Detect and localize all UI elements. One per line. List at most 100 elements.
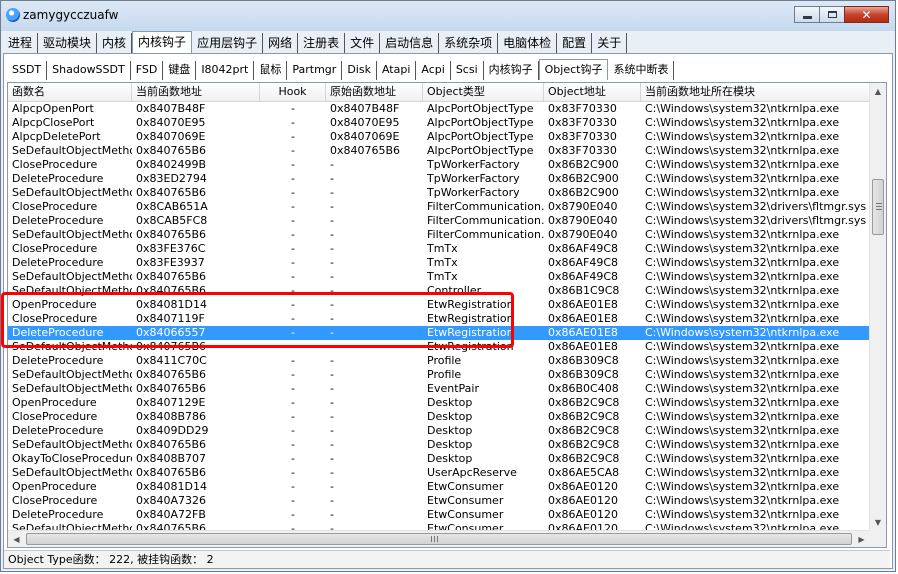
table-cell: - <box>330 312 334 325</box>
table-cell: SeDefaultObjectMethod <box>12 144 132 157</box>
table-cell: - <box>291 298 295 311</box>
table-cell: C:\Windows\system32\ntkrnlpa.exe <box>645 340 840 353</box>
column-header[interactable]: Object地址 <box>544 83 641 101</box>
sub-tab[interactable]: 系统中断表 <box>608 61 675 80</box>
table-row[interactable]: DeleteProcedure 0x8CAB5FC8 - - FilterCommuni… <box>8 214 870 228</box>
table-row[interactable]: AlpcpClosePort 0x84070E95 - 0x84070E95 AlpcP… <box>8 116 870 130</box>
table-row[interactable]: CloseProcedure 0x8408B786 - - Desktop 0x86B2C… <box>8 410 870 424</box>
sub-tab[interactable]: Scsi <box>451 61 484 80</box>
sub-tab[interactable]: FSD <box>131 61 164 80</box>
main-tab[interactable]: 文件 <box>345 33 381 53</box>
table-cell: - <box>330 158 334 171</box>
main-tab[interactable]: 注册表 <box>298 33 346 53</box>
column-header[interactable]: 函数名 <box>8 83 132 101</box>
sub-tab[interactable]: 键盘 <box>163 61 197 80</box>
main-tab[interactable]: 关于 <box>592 33 628 53</box>
table-cell: - <box>291 508 295 521</box>
horizontal-scroll-thumb[interactable] <box>26 533 852 545</box>
table-row[interactable]: OpenProcedure 0x84081D14 - - EtwRegistration… <box>8 298 870 312</box>
table-cell: - <box>330 200 334 213</box>
close-button[interactable]: ✕ <box>844 6 889 23</box>
sub-tab[interactable]: Acpi <box>416 61 451 80</box>
table-cell: C:\Windows\system32\ntkrnlpa.exe <box>645 130 840 143</box>
table-row[interactable]: DeleteProcedure 0x83ED2794 - - TpWorkerFacto… <box>8 172 870 186</box>
table-cell: 0x86B2C9C8 <box>548 396 620 409</box>
table-row[interactable]: SeDefaultObjectMethod 0x840765B6 - - TmTx 0x8… <box>8 270 870 284</box>
column-header[interactable]: 原始函数地址 <box>326 83 423 101</box>
table-row[interactable]: CloseProcedure 0x840A7326 - - EtwConsumer 0x8… <box>8 494 870 508</box>
table-row[interactable]: SeDefaultObjectMethod 0x840765B6 - 0x840765… <box>8 144 870 158</box>
main-tab[interactable]: 内核钩子 <box>132 31 193 53</box>
column-header[interactable]: 当前函数地址所在模块 <box>641 83 870 101</box>
table-row[interactable]: OkayToCloseProcedure 0x8408B707 - - Desktop 0… <box>8 452 870 466</box>
object-hook-list[interactable]: 函数名 当前函数地址 Hook 原始函数地址 Object类型 Object地址 当前函数地… <box>7 82 887 548</box>
horizontal-scrollbar[interactable]: ◀ ▶ <box>8 530 870 547</box>
table-cell: OpenProcedure <box>12 396 97 409</box>
column-header[interactable]: Object类型 <box>423 83 544 101</box>
table-row[interactable]: CloseProcedure 0x8CAB651A - - FilterCommunic… <box>8 200 870 214</box>
main-tab[interactable]: 驱动模块 <box>38 33 98 53</box>
table-row[interactable]: DeleteProcedure 0x83FE3937 - - TmTx 0x86AF49C… <box>8 256 870 270</box>
table-cell: 0x86B0C408 <box>548 382 619 395</box>
sub-tab[interactable]: 内核钩子 <box>484 61 539 80</box>
vertical-scroll-thumb[interactable] <box>872 179 884 235</box>
main-tab[interactable]: 系统杂项 <box>439 33 499 53</box>
table-row[interactable]: CloseProcedure 0x8402499B - - TpWorkerFactor… <box>8 158 870 172</box>
sub-tab[interactable]: SSDT <box>7 61 48 80</box>
table-cell: C:\Windows\system32\ntkrnlpa.exe <box>645 326 840 339</box>
table-row[interactable]: DeleteProcedure 0x840A72FB - - EtwConsumer 0x… <box>8 508 870 522</box>
sub-tab[interactable]: Partmgr <box>287 61 343 80</box>
table-row[interactable]: SeDefaultObjectMethod 0x840765B6 - - UserApc… <box>8 466 870 480</box>
sub-tab[interactable]: Atapi <box>377 61 417 80</box>
table-row[interactable]: OpenProcedure 0x84081D14 - - EtwConsumer 0x86… <box>8 480 870 494</box>
table-row[interactable]: SeDefaultObjectMethod 0x840765B6 - - EtwRegi… <box>8 340 870 354</box>
sub-tab[interactable]: Disk <box>342 61 377 80</box>
table-cell: - <box>330 284 334 297</box>
table-cell: Desktop <box>427 438 473 451</box>
main-tab[interactable]: 应用层钩子 <box>192 33 264 53</box>
table-cell: DeleteProcedure <box>12 424 104 437</box>
table-row[interactable]: AlpcpDeletePort 0x8407069E - 0x8407069E Alpc… <box>8 130 870 144</box>
table-cell: C:\Windows\system32\ntkrnlpa.exe <box>645 102 840 115</box>
main-tab[interactable]: 网络 <box>263 33 299 53</box>
table-cell: EtwRegistration <box>427 312 514 325</box>
sub-tab[interactable]: ShadowSSDT <box>47 61 131 80</box>
table-row[interactable]: CloseProcedure 0x83FE376C - - TmTx 0x86AF49C8… <box>8 242 870 256</box>
main-tab[interactable]: 配置 <box>557 33 593 53</box>
scroll-up-icon[interactable]: ▲ <box>870 83 886 100</box>
column-header[interactable]: Hook <box>260 83 326 101</box>
minimize-button[interactable] <box>794 6 820 23</box>
table-row[interactable]: DeleteProcedure 0x84066557 - - EtwRegistrati… <box>8 326 870 340</box>
table-row[interactable]: SeDefaultObjectMethod 0x840765B6 - - Control… <box>8 284 870 298</box>
table-cell: 0x86AE0120 <box>548 508 618 521</box>
column-header[interactable]: 当前函数地址 <box>132 83 260 101</box>
sub-tab[interactable]: Object钩子 <box>538 59 609 80</box>
table-row[interactable]: SeDefaultObjectMethod 0x840765B6 - - FilterC… <box>8 228 870 242</box>
sub-tab[interactable]: 鼠标 <box>254 61 288 80</box>
main-tab[interactable]: 电脑体检 <box>498 33 558 53</box>
table-cell: C:\Windows\system32\ntkrnlpa.exe <box>645 256 840 269</box>
table-row[interactable]: OpenProcedure 0x8407129E - - Desktop 0x86B2C9… <box>8 396 870 410</box>
table-row[interactable]: SeDefaultObjectMethod 0x840765B6 - - EventPa… <box>8 382 870 396</box>
table-row[interactable]: AlpcpOpenPort 0x8407B48F - 0x8407B48F AlpcPo… <box>8 102 870 116</box>
table-row[interactable]: DeleteProcedure 0x8411C70C - - Profile 0x86B3… <box>8 354 870 368</box>
table-row[interactable]: SeDefaultObjectMethod 0x840765B6 - - Profile… <box>8 368 870 382</box>
table-cell: AlpcPortObjectType <box>427 116 534 129</box>
table-cell: - <box>330 270 334 283</box>
main-tab[interactable]: 启动信息 <box>380 33 440 53</box>
table-row[interactable]: CloseProcedure 0x8407119F - - EtwRegistratio… <box>8 312 870 326</box>
title-bar[interactable]: zamygycczuafw ✕ <box>1 1 895 31</box>
maximize-button[interactable] <box>819 6 845 23</box>
table-cell: - <box>291 410 295 423</box>
scroll-down-icon[interactable]: ▼ <box>870 514 886 531</box>
scroll-right-icon[interactable]: ▶ <box>853 531 870 547</box>
table-row[interactable]: SeDefaultObjectMethod 0x840765B6 - - Desktop… <box>8 438 870 452</box>
table-cell: 0x8CAB5FC8 <box>136 214 208 227</box>
scroll-left-icon[interactable]: ◀ <box>8 531 25 547</box>
main-tab[interactable]: 内核 <box>97 33 133 53</box>
main-tab[interactable]: 进程 <box>3 33 39 53</box>
table-row[interactable]: SeDefaultObjectMethod 0x840765B6 - - TpWorke… <box>8 186 870 200</box>
sub-tab[interactable]: I8042prt <box>196 61 255 80</box>
table-row[interactable]: DeleteProcedure 0x8409DD29 - - Desktop 0x86B2… <box>8 424 870 438</box>
vertical-scrollbar[interactable]: ▲ ▼ <box>869 83 886 531</box>
